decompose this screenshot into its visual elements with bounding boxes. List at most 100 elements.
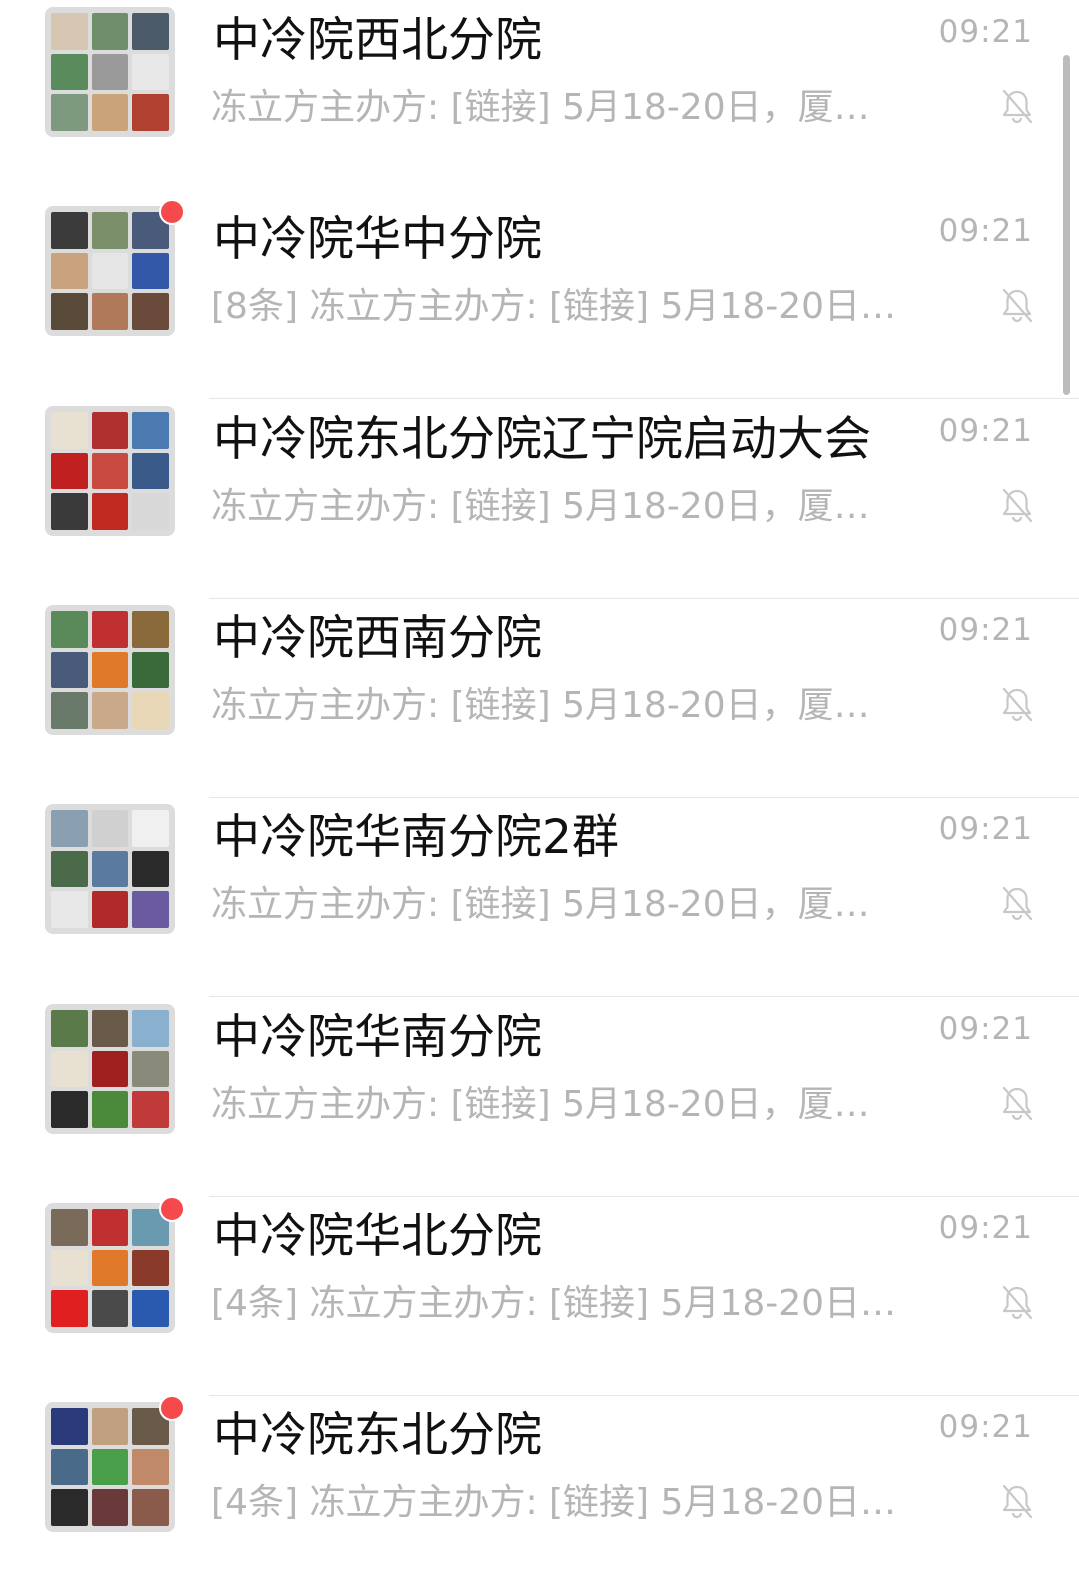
member-avatar-tile — [91, 810, 129, 847]
chat-title: 中冷院华中分院 — [213, 212, 542, 267]
member-avatar-tile — [132, 293, 169, 330]
member-avatar-tile — [51, 94, 88, 131]
mute-bell-icon — [999, 686, 1035, 724]
member-avatar-tile — [51, 692, 88, 729]
group-avatar — [45, 605, 175, 735]
member-avatar-tile — [51, 1209, 88, 1246]
chat-time: 09:21 — [938, 1210, 1033, 1246]
member-avatar-tile — [51, 252, 88, 290]
group-avatar — [45, 1402, 175, 1532]
chat-time: 09:21 — [938, 1409, 1033, 1445]
member-avatar-tile — [91, 651, 129, 689]
member-avatar-tile — [91, 1010, 129, 1047]
member-avatar-tile — [91, 293, 129, 330]
member-avatar-tile — [51, 1408, 88, 1445]
chat-preview: 冻立方主办方: [链接] 5月18-20日，厦… — [211, 486, 870, 527]
member-avatar-tile — [91, 1290, 129, 1327]
member-avatar-tile — [51, 1091, 88, 1128]
chat-preview: 冻立方主办方: [链接] 5月18-20日，厦… — [211, 1084, 870, 1125]
member-avatar-tile — [132, 850, 169, 888]
member-avatar-tile — [51, 810, 88, 847]
chat-list: 中冷院西北分院 09:21 冻立方主办方: [链接] 5月18-20日，厦… 中冷院华… — [0, 0, 1079, 1536]
member-avatar-tile — [51, 651, 88, 689]
chat-title: 中冷院东北分院 — [213, 1408, 542, 1463]
chat-item[interactable]: 中冷院东北分院 09:21 [4条] 冻立方主办方: [链接] 5月18-20日… — [0, 1395, 1079, 1594]
member-avatar-tile — [132, 252, 169, 290]
member-avatar-tile — [91, 1209, 129, 1246]
member-avatar-tile — [51, 1489, 88, 1526]
mute-bell-icon — [999, 1085, 1035, 1123]
mute-bell-icon — [999, 88, 1035, 126]
group-avatar — [45, 1203, 175, 1333]
chat-item[interactable]: 中冷院华南分院2群 09:21 冻立方主办方: [链接] 5月18-20日，厦… — [0, 797, 1079, 997]
chat-title: 中冷院东北分院辽宁院启动大会 — [213, 412, 871, 467]
mute-bell-icon — [999, 885, 1035, 923]
member-avatar-tile — [132, 452, 169, 490]
member-avatar-tile — [132, 1448, 169, 1486]
chat-item[interactable]: 中冷院华北分院 09:21 [4条] 冻立方主办方: [链接] 5月18-20日… — [0, 1196, 1079, 1396]
member-avatar-tile — [51, 493, 88, 530]
member-avatar-tile — [91, 53, 129, 91]
member-avatar-tile — [132, 1010, 169, 1047]
member-avatar-tile — [91, 212, 129, 249]
chat-time: 09:21 — [938, 811, 1033, 847]
mute-bell-icon — [999, 287, 1035, 325]
mute-bell-icon — [999, 1284, 1035, 1322]
member-avatar-tile — [132, 611, 169, 648]
member-avatar-tile — [132, 810, 169, 847]
member-avatar-tile — [51, 293, 88, 330]
chat-title: 中冷院西北分院 — [213, 13, 542, 68]
unread-dot — [159, 1395, 185, 1421]
member-avatar-tile — [91, 412, 129, 449]
member-avatar-tile — [132, 651, 169, 689]
member-avatar-tile — [132, 13, 169, 50]
member-avatar-tile — [132, 1050, 169, 1088]
chat-time: 09:21 — [938, 413, 1033, 449]
scrollbar[interactable] — [1063, 55, 1070, 395]
member-avatar-tile — [91, 1091, 129, 1128]
chat-item[interactable]: 中冷院东北分院辽宁院启动大会 09:21 冻立方主办方: [链接] 5月18-20日… — [0, 399, 1079, 599]
member-avatar-tile — [91, 94, 129, 131]
group-avatar — [45, 7, 175, 137]
group-avatar — [45, 804, 175, 934]
chat-item[interactable]: 中冷院华中分院 09:21 [8条] 冻立方主办方: [链接] 5月18-20日… — [0, 199, 1079, 399]
member-avatar-tile — [91, 692, 129, 729]
member-avatar-tile — [91, 252, 129, 290]
member-avatar-tile — [51, 1050, 88, 1088]
member-avatar-tile — [51, 13, 88, 50]
member-avatar-tile — [51, 412, 88, 449]
chat-preview: 冻立方主办方: [链接] 5月18-20日，厦… — [211, 685, 870, 726]
member-avatar-tile — [51, 53, 88, 91]
member-avatar-tile — [91, 1448, 129, 1486]
chat-title: 中冷院华南分院2群 — [213, 810, 619, 865]
member-avatar-tile — [132, 1489, 169, 1526]
member-avatar-tile — [132, 1249, 169, 1287]
member-avatar-tile — [132, 1290, 169, 1327]
member-avatar-tile — [51, 611, 88, 648]
chat-item[interactable]: 中冷院西北分院 09:21 冻立方主办方: [链接] 5月18-20日，厦… — [0, 0, 1079, 199]
member-avatar-tile — [51, 1010, 88, 1047]
chat-title: 中冷院西南分院 — [213, 611, 542, 666]
member-avatar-tile — [51, 1249, 88, 1287]
member-avatar-tile — [51, 1448, 88, 1486]
chat-time: 09:21 — [938, 14, 1033, 50]
chat-title: 中冷院华北分院 — [213, 1209, 542, 1264]
unread-dot — [159, 199, 185, 225]
group-avatar — [45, 1004, 175, 1134]
chat-title: 中冷院华南分院 — [213, 1010, 542, 1065]
member-avatar-tile — [91, 611, 129, 648]
member-avatar-tile — [51, 212, 88, 249]
chat-time: 09:21 — [938, 1011, 1033, 1047]
chat-preview: 冻立方主办方: [链接] 5月18-20日，厦… — [211, 884, 870, 925]
group-avatar — [45, 206, 175, 336]
member-avatar-tile — [51, 452, 88, 490]
chat-item[interactable]: 中冷院华南分院 09:21 冻立方主办方: [链接] 5月18-20日，厦… — [0, 997, 1079, 1197]
chat-item[interactable]: 中冷院西南分院 09:21 冻立方主办方: [链接] 5月18-20日，厦… — [0, 598, 1079, 798]
member-avatar-tile — [91, 452, 129, 490]
chat-preview: [4条] 冻立方主办方: [链接] 5月18-20日… — [211, 1482, 897, 1523]
mute-bell-icon — [999, 487, 1035, 525]
member-avatar-tile — [132, 493, 169, 530]
chat-preview: [8条] 冻立方主办方: [链接] 5月18-20日… — [211, 286, 897, 327]
member-avatar-tile — [91, 493, 129, 530]
unread-dot — [159, 1196, 185, 1222]
